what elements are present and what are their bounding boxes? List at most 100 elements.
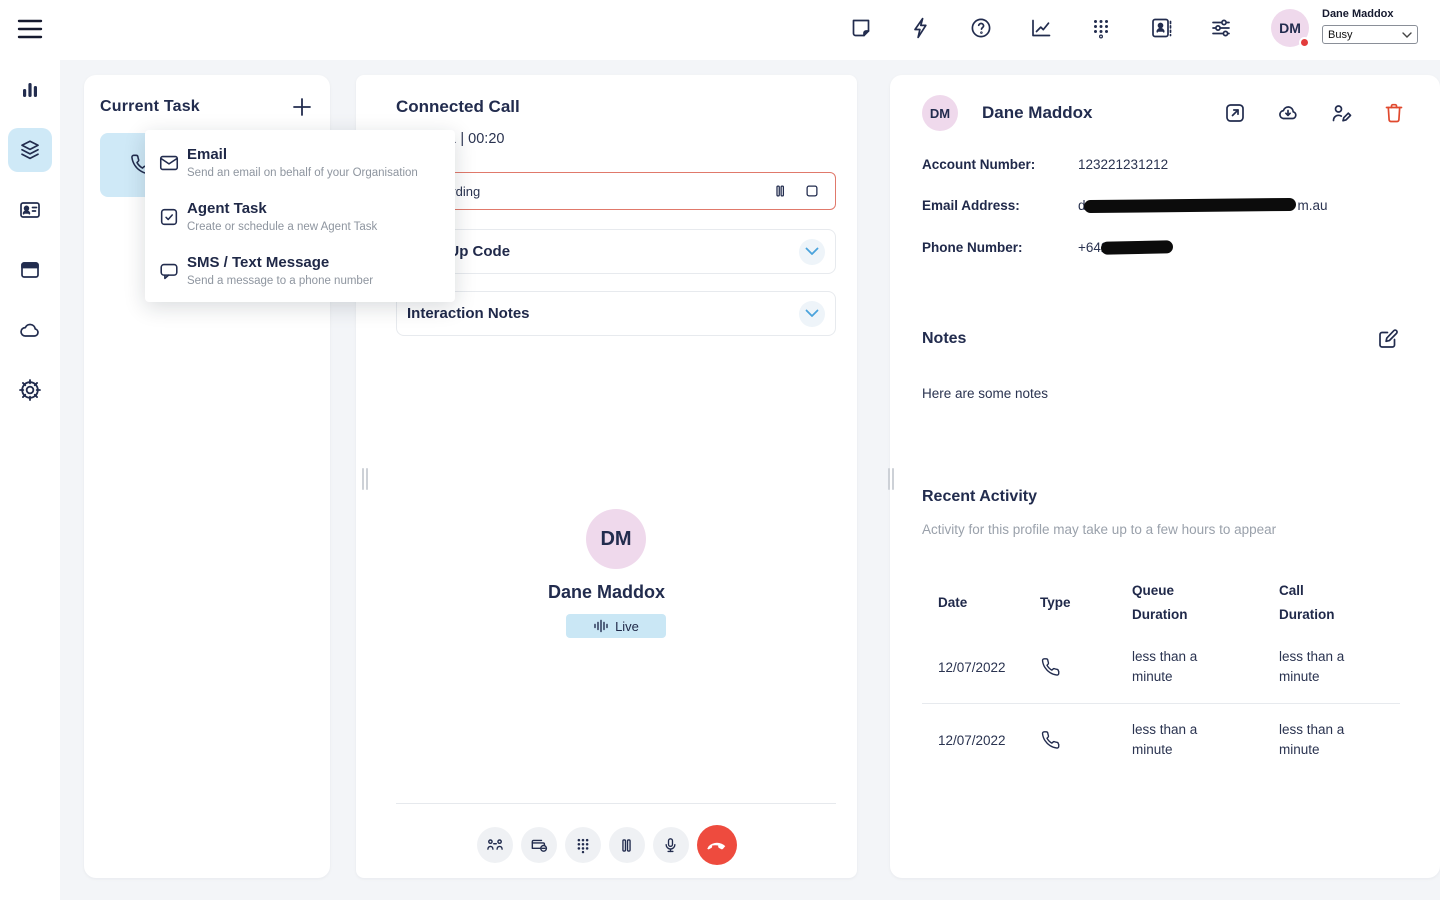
- sidebar-item-reports[interactable]: [8, 68, 52, 112]
- edit-notes-icon[interactable]: [1376, 327, 1400, 351]
- agent-task-icon: [158, 206, 180, 228]
- email-row: Email Address: dm.au: [922, 198, 1328, 213]
- menu-item-description: Send a message to a phone number: [187, 275, 441, 287]
- edit-contact-icon[interactable]: [1329, 101, 1353, 125]
- table-row: 12/07/2022 less than a minute less than …: [890, 704, 1400, 776]
- menu-item-description: Create or schedule a new Agent Task: [187, 221, 441, 233]
- stop-recording-button[interactable]: [803, 182, 821, 200]
- menu-item-title: Email: [187, 146, 441, 163]
- live-badge: Live: [566, 614, 666, 638]
- delete-contact-icon[interactable]: [1382, 101, 1406, 125]
- menu-item-email[interactable]: Email Send an email on behalf of your Or…: [145, 140, 455, 194]
- email-label: Email Address:: [922, 198, 1078, 213]
- column-header-date: Date: [938, 591, 1018, 615]
- panel-resize-handle[interactable]: [362, 468, 370, 490]
- redaction-bar: [1083, 198, 1295, 213]
- email-value: dm.au: [1078, 198, 1328, 213]
- account-number-value: 123221231212: [1078, 157, 1168, 172]
- waveform-icon: [593, 619, 609, 633]
- recent-activity-table: Date Type Queue Duration Call Duration 1…: [890, 575, 1400, 776]
- call-type-icon: [1040, 656, 1132, 679]
- download-profile-icon[interactable]: [1276, 101, 1300, 125]
- cell-date: 12/07/2022: [938, 660, 1040, 675]
- mute-microphone-button[interactable]: [653, 827, 689, 863]
- contacts-icon[interactable]: [1149, 16, 1173, 40]
- hold-call-button[interactable]: [609, 827, 645, 863]
- column-header-queue-duration: Queue Duration: [1132, 579, 1212, 626]
- sms-icon: [158, 260, 180, 282]
- notes-title: Notes: [922, 330, 966, 348]
- table-header: Date Type Queue Duration Call Duration: [890, 575, 1400, 631]
- customer-profile-panel: DM Dane Maddox Account Number: 123221231…: [890, 75, 1440, 878]
- phone-label: Phone Number:: [922, 240, 1078, 255]
- call-type-icon: [1040, 729, 1132, 752]
- call-controls: [356, 825, 857, 865]
- chevron-down-icon: [799, 239, 825, 265]
- call-contact-initials: DM: [600, 528, 631, 551]
- topbar-icon-row: [849, 16, 1233, 40]
- help-icon[interactable]: [969, 16, 993, 40]
- preferences-icon[interactable]: [1209, 16, 1233, 40]
- sidebar-item-cloud[interactable]: [8, 308, 52, 352]
- menu-item-description: Send an email on behalf of your Organisa…: [187, 167, 441, 179]
- chevron-down-icon: [799, 301, 825, 327]
- table-row: 12/07/2022 less than a minute less than …: [890, 631, 1400, 703]
- redaction-bar: [1101, 240, 1173, 255]
- sidebar: [0, 60, 60, 900]
- notes-body: Here are some notes: [922, 386, 1048, 401]
- interaction-notes-accordion[interactable]: Interaction Notes: [396, 291, 836, 336]
- status-select[interactable]: Busy: [1322, 25, 1418, 44]
- panel-resize-handle[interactable]: [888, 468, 896, 490]
- dialpad-button[interactable]: [565, 827, 601, 863]
- phone-row: Phone Number: +642: [922, 240, 1173, 255]
- open-profile-icon[interactable]: [1223, 101, 1247, 125]
- status-dot: [1299, 37, 1310, 48]
- dialpad-icon[interactable]: [1089, 16, 1113, 40]
- phone-value: +642: [1078, 240, 1173, 255]
- status-select-value: Busy: [1328, 29, 1352, 41]
- menu-item-agent-task[interactable]: Agent Task Create or schedule a new Agen…: [145, 194, 455, 248]
- call-contact-name: Dane Maddox: [356, 582, 857, 603]
- wrap-up-code-accordion[interactable]: Wrap Up Code: [396, 229, 836, 274]
- user-avatar-initials: DM: [1279, 20, 1301, 36]
- profile-avatar-initials: DM: [930, 106, 950, 121]
- recent-activity-subtitle: Activity for this profile may take up to…: [922, 522, 1276, 537]
- transfer-call-button[interactable]: [477, 827, 513, 863]
- user-avatar[interactable]: DM: [1271, 9, 1309, 47]
- call-contact-avatar: DM: [586, 509, 646, 569]
- sidebar-item-settings[interactable]: [8, 368, 52, 412]
- recording-bar: Recording: [404, 172, 836, 210]
- sidebar-item-contacts[interactable]: [8, 188, 52, 232]
- end-call-button[interactable]: [697, 825, 737, 865]
- column-header-type: Type: [1040, 591, 1120, 615]
- interaction-notes-label: Interaction Notes: [407, 305, 530, 322]
- recent-activity-title: Recent Activity: [922, 488, 1037, 506]
- note-icon[interactable]: [849, 16, 873, 40]
- profile-name: Dane Maddox: [982, 103, 1093, 123]
- live-badge-label: Live: [615, 619, 639, 634]
- user-block: Dane Maddox Busy: [1322, 8, 1422, 44]
- account-number-label: Account Number:: [922, 157, 1078, 172]
- sidebar-item-tasks[interactable]: [8, 128, 52, 172]
- controls-divider: [396, 803, 836, 804]
- add-task-button[interactable]: [290, 95, 314, 119]
- connected-call-title: Connected Call: [396, 97, 520, 117]
- add-task-menu: Email Send an email on behalf of your Or…: [145, 130, 455, 302]
- pause-recording-button[interactable]: [771, 182, 789, 200]
- top-bar: DM Dane Maddox Busy: [0, 0, 1440, 60]
- cell-queue-duration: less than a minute: [1132, 647, 1228, 688]
- cell-date: 12/07/2022: [938, 733, 1040, 748]
- cell-call-duration: less than a minute: [1279, 647, 1375, 688]
- menu-item-title: Agent Task: [187, 200, 441, 217]
- column-header-call-duration: Call Duration: [1279, 579, 1359, 626]
- lightning-icon[interactable]: [909, 16, 933, 40]
- hamburger-menu-icon[interactable]: [16, 16, 44, 44]
- email-icon: [158, 152, 180, 174]
- cell-call-duration: less than a minute: [1279, 720, 1375, 761]
- voicemail-drop-button[interactable]: [521, 827, 557, 863]
- menu-item-sms[interactable]: SMS / Text Message Send a message to a p…: [145, 248, 455, 302]
- analytics-icon[interactable]: [1029, 16, 1053, 40]
- profile-avatar: DM: [922, 95, 958, 131]
- menu-item-title: SMS / Text Message: [187, 254, 441, 271]
- sidebar-item-workspace[interactable]: [8, 248, 52, 292]
